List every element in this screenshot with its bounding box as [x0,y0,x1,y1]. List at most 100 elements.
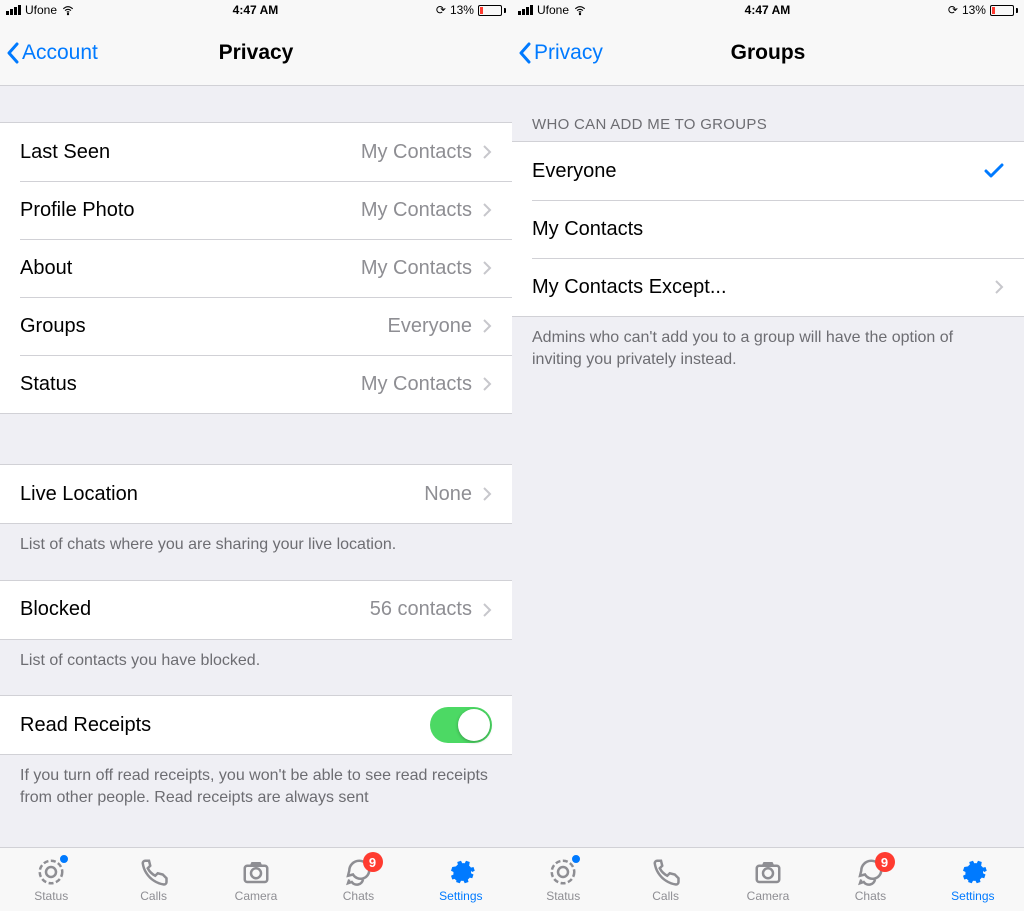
chevron-left-icon [518,42,532,64]
tab-settings[interactable]: Settings [410,848,512,911]
tab-camera[interactable]: Camera [205,848,307,911]
tab-label: Chats [855,889,886,903]
tab-label: Calls [652,889,679,903]
chevron-left-icon [6,42,20,64]
wifi-icon [61,3,75,17]
option-label: My Contacts Except... [532,276,727,299]
tab-bar: Status Calls Camera 9 Chats Settings [0,847,512,911]
tab-label: Settings [439,889,482,903]
row-label: About [20,257,72,280]
row-value: My Contacts [361,199,472,222]
row-about[interactable]: About My Contacts [0,239,512,297]
chevron-right-icon [482,602,492,618]
rotation-lock-icon: ⟳ [436,3,446,17]
row-label: Groups [20,315,86,338]
status-time: 4:47 AM [745,3,791,17]
tab-calls[interactable]: Calls [614,848,716,911]
screen-groups: Ufone 4:47 AM ⟳ 13% Privacy Groups WHO C… [512,0,1024,911]
phone-icon [139,857,169,887]
row-groups[interactable]: Groups Everyone [0,297,512,355]
row-status[interactable]: Status My Contacts [0,355,512,413]
chats-badge: 9 [875,852,895,872]
back-label: Account [22,41,98,65]
tab-settings[interactable]: Settings [922,848,1024,911]
section-header: WHO CAN ADD ME TO GROUPS [512,86,1024,141]
tab-label: Camera [747,889,790,903]
option-everyone[interactable]: Everyone [512,142,1024,200]
row-read-receipts: Read Receipts [0,696,512,754]
groups-options: Everyone My Contacts My Contacts Except.… [512,141,1024,317]
footer-live-location: List of chats where you are sharing your… [0,524,512,580]
privacy-group-live-location: Live Location None [0,464,512,524]
privacy-group-blocked: Blocked 56 contacts [0,580,512,640]
content-privacy[interactable]: Last Seen My Contacts Profile Photo My C… [0,86,512,847]
chevron-right-icon [482,376,492,392]
footer-read-receipts: If you turn off read receipts, you won't… [0,755,512,832]
footer-groups: Admins who can't add you to a group will… [512,317,1024,394]
chevron-right-icon [482,318,492,334]
chevron-right-icon [482,260,492,276]
read-receipts-toggle[interactable] [430,707,492,743]
gear-icon [446,857,476,887]
option-label: Everyone [532,160,617,183]
camera-icon [753,857,783,887]
chats-badge: 9 [363,852,383,872]
row-label: Read Receipts [20,714,151,737]
screen-privacy: Ufone 4:47 AM ⟳ 13% Account Privacy [0,0,512,911]
wifi-icon [573,3,587,17]
tab-label: Chats [343,889,374,903]
battery-icon [478,5,506,16]
status-bar: Ufone 4:47 AM ⟳ 13% [0,0,512,20]
tab-status[interactable]: Status [512,848,614,911]
tab-chats[interactable]: 9 Chats [307,848,409,911]
row-label: Blocked [20,598,91,621]
rotation-lock-icon: ⟳ [948,3,958,17]
chevron-right-icon [994,279,1004,295]
chevron-right-icon [482,486,492,502]
tab-label: Camera [235,889,278,903]
back-button[interactable]: Account [0,41,98,65]
option-my-contacts-except[interactable]: My Contacts Except... [512,258,1024,316]
footer-blocked: List of contacts you have blocked. [0,640,512,696]
row-value: My Contacts [361,257,472,280]
row-value: My Contacts [361,141,472,164]
privacy-group-main: Last Seen My Contacts Profile Photo My C… [0,122,512,414]
content-groups[interactable]: WHO CAN ADD ME TO GROUPS Everyone My Con… [512,86,1024,847]
battery-icon [990,5,1018,16]
tab-bar: Status Calls Camera 9 Chats Settings [512,847,1024,911]
status-unread-dot [59,854,69,864]
row-value: None [424,483,472,506]
row-value: 56 contacts [370,598,472,621]
row-label: Profile Photo [20,199,135,222]
signal-icon [518,5,533,15]
row-label: Last Seen [20,141,110,164]
battery-percent: 13% [450,3,474,17]
option-my-contacts[interactable]: My Contacts [512,200,1024,258]
row-profile-photo[interactable]: Profile Photo My Contacts [0,181,512,239]
row-value: Everyone [388,315,473,338]
chevron-right-icon [482,144,492,160]
carrier-label: Ufone [537,3,569,17]
nav-bar: Privacy Groups [512,20,1024,86]
row-blocked[interactable]: Blocked 56 contacts [0,581,512,639]
gear-icon [958,857,988,887]
row-last-seen[interactable]: Last Seen My Contacts [0,123,512,181]
tab-calls[interactable]: Calls [102,848,204,911]
tab-label: Status [34,889,68,903]
row-live-location[interactable]: Live Location None [0,465,512,523]
camera-icon [241,857,271,887]
chevron-right-icon [482,202,492,218]
tab-chats[interactable]: 9 Chats [819,848,921,911]
back-label: Privacy [534,41,603,65]
status-bar: Ufone 4:47 AM ⟳ 13% [512,0,1024,20]
carrier-label: Ufone [25,3,57,17]
battery-percent: 13% [962,3,986,17]
row-value: My Contacts [361,373,472,396]
back-button[interactable]: Privacy [512,41,603,65]
tab-label: Status [546,889,580,903]
tab-status[interactable]: Status [0,848,102,911]
row-label: Live Location [20,483,138,506]
phone-icon [651,857,681,887]
option-label: My Contacts [532,218,643,241]
tab-camera[interactable]: Camera [717,848,819,911]
